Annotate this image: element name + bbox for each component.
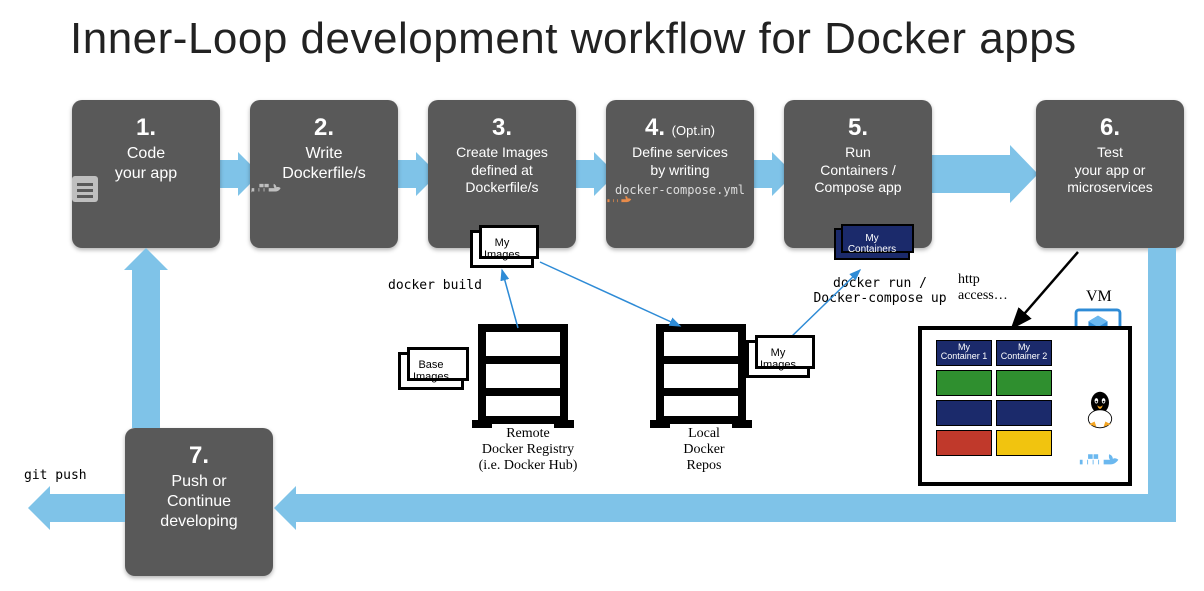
step-5-num: 5.	[792, 114, 924, 142]
step-7-line2: Continue	[133, 492, 265, 512]
step-6-num: 6.	[1044, 114, 1176, 142]
step-4-line2: by writing	[614, 162, 746, 180]
docker-whale-vm-icon	[1078, 446, 1122, 476]
my-images-local-card: My Images	[746, 340, 810, 378]
remote-registry-label: Remote Docker Registry (i.e. Docker Hub)	[468, 426, 588, 474]
arrow-7-to-1	[132, 270, 160, 428]
step-6-line3: microservices	[1044, 179, 1176, 197]
arrow-git-push	[50, 494, 125, 522]
step-1-line2: your app	[80, 164, 212, 184]
docker-build-label: docker build	[388, 278, 482, 293]
step-6-line1: Test	[1044, 144, 1176, 162]
vm-cell-yellow	[996, 430, 1052, 456]
arrow-loop-left	[296, 494, 1176, 522]
step-7-num: 7.	[133, 442, 265, 470]
vm-container-1: My Container 1	[936, 340, 992, 366]
my-containers-card: My Containers	[834, 228, 910, 260]
git-push-label: git push	[24, 468, 87, 483]
step-2-line1: Write	[258, 144, 390, 164]
step-7-line3: developing	[133, 512, 265, 532]
step-3-line1: Create Images	[436, 144, 568, 162]
remote-registry-rack	[478, 324, 568, 424]
my-images-card-top: My Images	[470, 230, 534, 268]
document-icon	[72, 176, 98, 202]
vm-cell-navy-1	[936, 400, 992, 426]
vm-cell-green-2	[996, 370, 1052, 396]
step-7-line1: Push or	[133, 472, 265, 492]
arrow-6-down	[1148, 248, 1176, 508]
vm-cell-red	[936, 430, 992, 456]
docker-whale-icon	[250, 176, 284, 202]
local-repos-label: Local Docker Repos	[664, 426, 744, 474]
linux-tux-icon	[1082, 390, 1118, 430]
step-2-dockerfile: 2. Write Dockerfile/s	[250, 100, 398, 248]
local-repos-rack	[656, 324, 746, 424]
step-4-line1: Define services	[614, 144, 746, 162]
step-1-code: 1. Code your app	[72, 100, 220, 248]
step-4-compose: 4. (Opt.in) Define services by writing d…	[606, 100, 754, 248]
step-5-line3: Compose app	[792, 179, 924, 197]
step-5-line2: Containers /	[792, 162, 924, 180]
step-1-line1: Code	[80, 144, 212, 164]
step-1-num: 1.	[80, 114, 212, 142]
step-6-test: 6. Test your app or microservices	[1036, 100, 1184, 248]
step-6-line2: your app or	[1044, 162, 1176, 180]
docker-run-label: docker run / Docker-compose up	[810, 276, 950, 306]
vm-container-2: My Container 2	[996, 340, 1052, 366]
docker-compose-icon	[606, 189, 634, 211]
diagram-title: Inner-Loop development workflow for Dock…	[70, 14, 1077, 64]
step-7-push: 7. Push or Continue developing	[125, 428, 273, 576]
step-4-num: 4. (Opt.in)	[614, 114, 746, 142]
vm-box: My Container 1 My Container 2	[918, 326, 1132, 486]
vm-cell-green-1	[936, 370, 992, 396]
http-access-label: http access…	[958, 272, 1008, 304]
step-3-num: 3.	[436, 114, 568, 142]
step-2-num: 2.	[258, 114, 390, 142]
step-5-line1: Run	[792, 144, 924, 162]
vm-label: VM	[1086, 288, 1112, 306]
vm-cell-navy-2	[996, 400, 1052, 426]
step-3-line2: defined at	[436, 162, 568, 180]
base-images-card: Base Images	[398, 352, 464, 390]
step-3-line3: Dockerfile/s	[436, 179, 568, 197]
